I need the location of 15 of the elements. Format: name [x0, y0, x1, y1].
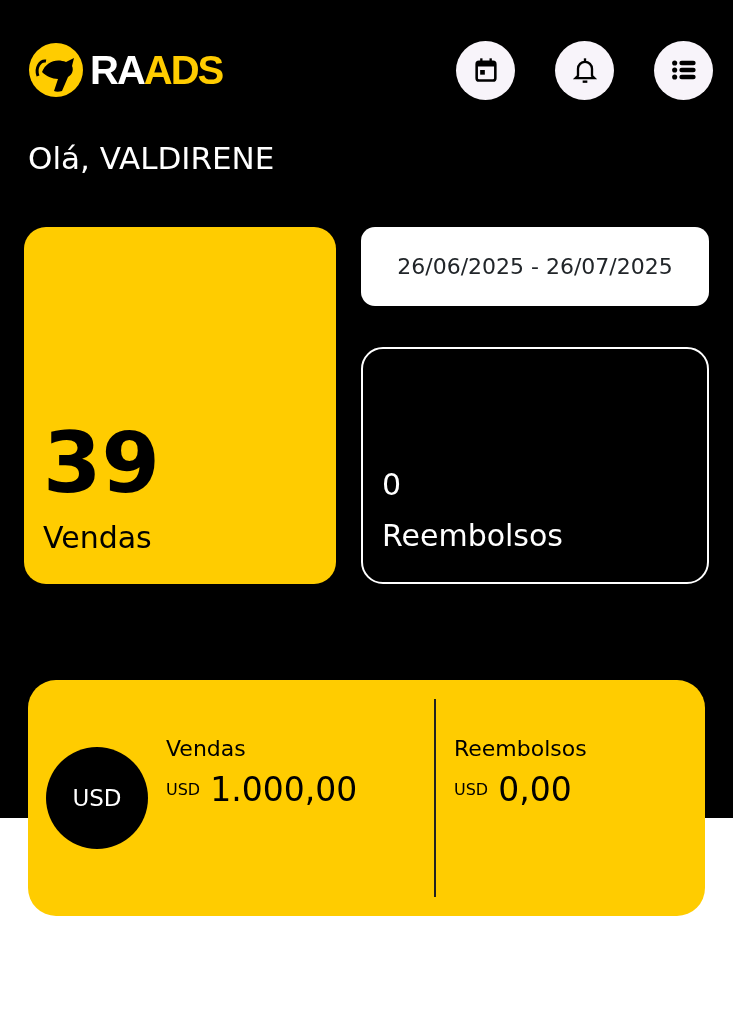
amount-label: Reembolsos — [454, 734, 587, 763]
amount-value: 0,00 — [498, 768, 572, 811]
currency-code: USD — [166, 778, 201, 801]
logo-text: RAADS — [90, 50, 223, 90]
sales-label: Vendas — [43, 519, 153, 558]
refunds-count: 0 — [382, 466, 403, 505]
refunds-label: Reembolsos — [382, 517, 564, 556]
logo-icon — [28, 42, 84, 98]
date-range-field[interactable]: 26/06/2025 - 26/07/2025 — [361, 227, 709, 307]
amount-value: 1.000,00 — [210, 768, 358, 811]
currency-badge: USD — [46, 747, 148, 850]
amount-label: Vendas — [166, 734, 247, 763]
sales-count: 39 — [43, 421, 161, 506]
greeting: Olá, VALDIRENE — [28, 140, 276, 178]
currency-code: USD — [454, 778, 489, 801]
